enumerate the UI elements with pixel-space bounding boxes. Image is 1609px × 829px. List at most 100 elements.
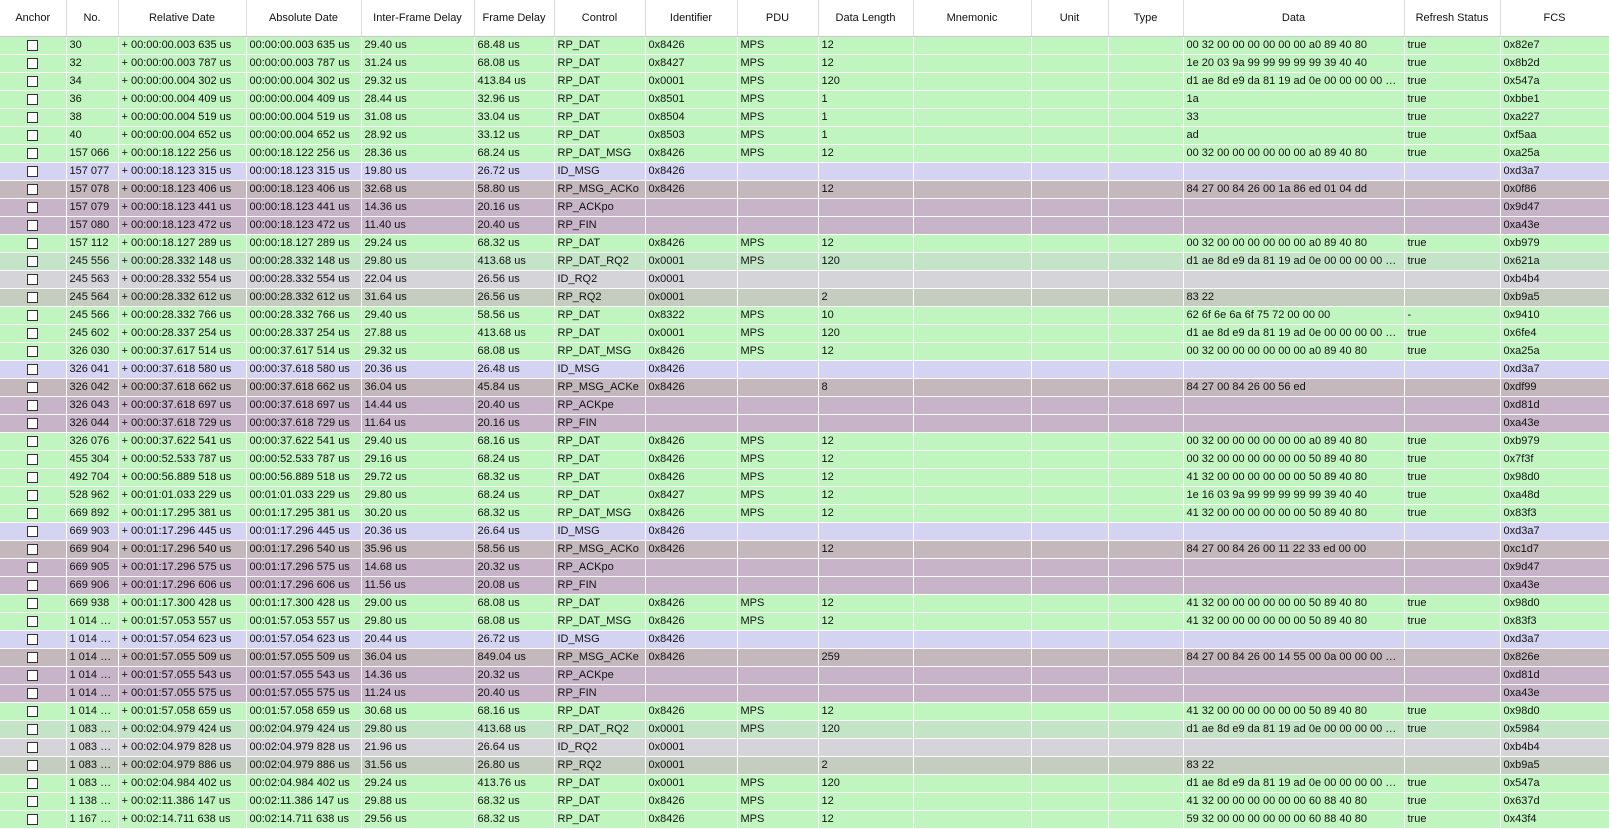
anchor-checkbox[interactable] (27, 651, 39, 663)
anchor-checkbox[interactable] (27, 183, 39, 195)
anchor-checkbox[interactable] (27, 543, 39, 555)
anchor-checkbox[interactable] (27, 327, 39, 339)
table-row[interactable]: 34 + 00:00:00.004 302 us 00:00:00.004 302 … (0, 72, 1609, 91)
table-row[interactable]: 1 014 469 + 00:01:57.055 509 us 00:01:57.0… (0, 648, 1609, 667)
column-header-no[interactable]: No. (66, 0, 119, 37)
anchor-checkbox[interactable] (27, 363, 39, 375)
table-row[interactable]: 669 903 + 00:01:17.296 445 us 00:01:17.296… (0, 522, 1609, 541)
column-header-anchor[interactable]: Anchor (0, 0, 67, 37)
table-row[interactable]: 1 138 666 + 00:02:11.386 147 us 00:02:11.3… (0, 792, 1609, 811)
table-row[interactable]: 455 304 + 00:00:52.533 787 us 00:00:52.533… (0, 450, 1609, 469)
anchor-checkbox[interactable] (27, 435, 39, 447)
anchor-checkbox[interactable] (27, 237, 39, 249)
anchor-checkbox[interactable] (27, 291, 39, 303)
column-header-data[interactable]: Data (1183, 0, 1405, 37)
anchor-checkbox[interactable] (27, 633, 39, 645)
table-row[interactable]: 245 602 + 00:00:28.337 254 us 00:00:28.337… (0, 324, 1609, 343)
table-row[interactable]: 1 083 148 + 00:02:04.979 828 us 00:02:04.9… (0, 738, 1609, 757)
anchor-checkbox[interactable] (27, 309, 39, 321)
column-header-relative-date[interactable]: Relative Date (118, 0, 247, 37)
anchor-checkbox[interactable] (27, 39, 39, 51)
anchor-checkbox[interactable] (27, 201, 39, 213)
table-row[interactable]: 157 066 + 00:00:18.122 256 us 00:00:18.122… (0, 144, 1609, 163)
anchor-checkbox[interactable] (27, 669, 39, 681)
anchor-checkbox[interactable] (27, 579, 39, 591)
anchor-checkbox[interactable] (27, 507, 39, 519)
table-row[interactable]: 1 083 149 + 00:02:04.979 886 us 00:02:04.9… (0, 756, 1609, 775)
anchor-checkbox[interactable] (27, 381, 39, 393)
table-row[interactable]: 528 962 + 00:01:01.033 229 us 00:01:01.033… (0, 486, 1609, 505)
table-row[interactable]: 1 014 471 + 00:01:57.055 575 us 00:01:57.0… (0, 684, 1609, 703)
anchor-checkbox[interactable] (27, 615, 39, 627)
table-row[interactable]: 326 076 + 00:00:37.622 541 us 00:00:37.622… (0, 432, 1609, 451)
column-header-control[interactable]: Control (554, 0, 646, 37)
table-row[interactable]: 36 + 00:00:00.004 409 us 00:00:00.004 409 … (0, 90, 1609, 109)
table-row[interactable]: 1 167 486 + 00:02:14.711 638 us 00:02:14.7… (0, 810, 1609, 829)
anchor-checkbox[interactable] (27, 219, 39, 231)
column-header-inter-frame-delay[interactable]: Inter-Frame Delay (361, 0, 475, 37)
table-row[interactable]: 669 906 + 00:01:17.296 606 us 00:01:17.296… (0, 576, 1609, 595)
table-row[interactable]: 157 112 + 00:00:18.127 289 us 00:00:18.127… (0, 234, 1609, 253)
table-row[interactable]: 492 704 + 00:00:56.889 518 us 00:00:56.889… (0, 468, 1609, 487)
table-row[interactable]: 157 079 + 00:00:18.123 441 us 00:00:18.123… (0, 198, 1609, 217)
table-row[interactable]: 30 + 00:00:00.003 635 us 00:00:00.003 635 … (0, 36, 1609, 55)
anchor-checkbox[interactable] (27, 741, 39, 753)
table-row[interactable]: 157 077 + 00:00:18.123 315 us 00:00:18.123… (0, 162, 1609, 181)
table-row[interactable]: 1 014 497 + 00:01:57.058 659 us 00:01:57.0… (0, 702, 1609, 721)
anchor-checkbox[interactable] (27, 705, 39, 717)
column-header-mnemonic[interactable]: Mnemonic (913, 0, 1032, 37)
column-header-pdu[interactable]: PDU (737, 0, 819, 37)
anchor-checkbox[interactable] (27, 795, 39, 807)
table-row[interactable]: 245 563 + 00:00:28.332 554 us 00:00:28.332… (0, 270, 1609, 289)
table-row[interactable]: 245 556 + 00:00:28.332 148 us 00:00:28.332… (0, 252, 1609, 271)
anchor-checkbox[interactable] (27, 75, 39, 87)
anchor-checkbox[interactable] (27, 93, 39, 105)
anchor-checkbox[interactable] (27, 777, 39, 789)
table-row[interactable]: 245 564 + 00:00:28.332 612 us 00:00:28.332… (0, 288, 1609, 307)
anchor-checkbox[interactable] (27, 111, 39, 123)
table-row[interactable]: 1 083 141 + 00:02:04.979 424 us 00:02:04.9… (0, 720, 1609, 739)
anchor-checkbox[interactable] (27, 345, 39, 357)
column-header-identifier[interactable]: Identifier (645, 0, 738, 37)
column-header-absolute-date[interactable]: Absolute Date (246, 0, 362, 37)
table-row[interactable]: 1 014 457 + 00:01:57.053 557 us 00:01:57.0… (0, 612, 1609, 631)
anchor-checkbox[interactable] (27, 813, 39, 825)
column-header-unit[interactable]: Unit (1031, 0, 1109, 37)
anchor-checkbox[interactable] (27, 399, 39, 411)
table-row[interactable]: 40 + 00:00:00.004 652 us 00:00:00.004 652 … (0, 126, 1609, 145)
table-row[interactable]: 32 + 00:00:00.003 787 us 00:00:00.003 787 … (0, 54, 1609, 73)
column-header-frame-delay[interactable]: Frame Delay (474, 0, 555, 37)
anchor-checkbox[interactable] (27, 723, 39, 735)
anchor-checkbox[interactable] (27, 489, 39, 501)
table-row[interactable]: 669 892 + 00:01:17.295 381 us 00:01:17.295… (0, 504, 1609, 523)
table-row[interactable]: 38 + 00:00:00.004 519 us 00:00:00.004 519 … (0, 108, 1609, 127)
anchor-checkbox[interactable] (27, 147, 39, 159)
anchor-checkbox[interactable] (27, 597, 39, 609)
table-row[interactable]: 326 041 + 00:00:37.618 580 us 00:00:37.618… (0, 360, 1609, 379)
table-row[interactable]: 157 080 + 00:00:18.123 472 us 00:00:18.123… (0, 216, 1609, 235)
anchor-checkbox[interactable] (27, 453, 39, 465)
anchor-checkbox[interactable] (27, 561, 39, 573)
table-row[interactable]: 1 014 468 + 00:01:57.054 623 us 00:01:57.0… (0, 630, 1609, 649)
anchor-checkbox[interactable] (27, 759, 39, 771)
table-row[interactable]: 157 078 + 00:00:18.123 406 us 00:00:18.123… (0, 180, 1609, 199)
anchor-checkbox[interactable] (27, 417, 39, 429)
table-row[interactable]: 1 083 186 + 00:02:04.984 402 us 00:02:04.9… (0, 774, 1609, 793)
table-row[interactable]: 669 905 + 00:01:17.296 575 us 00:01:17.296… (0, 558, 1609, 577)
table-row[interactable]: 326 030 + 00:00:37.617 514 us 00:00:37.617… (0, 342, 1609, 361)
table-row[interactable]: 1 014 470 + 00:01:57.055 543 us 00:01:57.0… (0, 666, 1609, 685)
anchor-checkbox[interactable] (27, 273, 39, 285)
table-row[interactable]: 326 044 + 00:00:37.618 729 us 00:00:37.618… (0, 414, 1609, 433)
table-row[interactable]: 669 904 + 00:01:17.296 540 us 00:01:17.296… (0, 540, 1609, 559)
column-header-data-length[interactable]: Data Length (818, 0, 914, 37)
table-row[interactable]: 245 566 + 00:00:28.332 766 us 00:00:28.332… (0, 306, 1609, 325)
table-row[interactable]: 326 043 + 00:00:37.618 697 us 00:00:37.618… (0, 396, 1609, 415)
anchor-checkbox[interactable] (27, 165, 39, 177)
column-header-fcs[interactable]: FCS (1500, 0, 1609, 37)
anchor-checkbox[interactable] (27, 255, 39, 267)
anchor-checkbox[interactable] (27, 471, 39, 483)
column-header-refresh-status[interactable]: Refresh Status (1404, 0, 1501, 37)
anchor-checkbox[interactable] (27, 687, 39, 699)
table-row[interactable]: 326 042 + 00:00:37.618 662 us 00:00:37.618… (0, 378, 1609, 397)
anchor-checkbox[interactable] (27, 129, 39, 141)
